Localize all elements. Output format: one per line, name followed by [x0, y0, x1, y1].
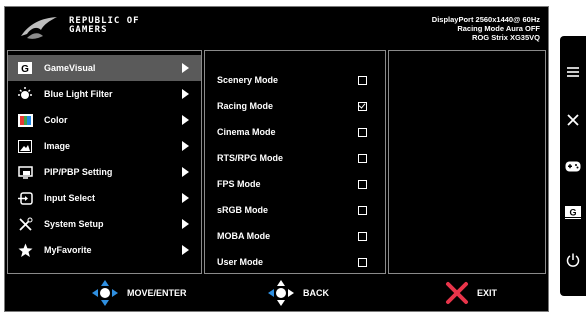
- power-icon: [566, 253, 580, 267]
- option-moba-mode[interactable]: MOBA Mode: [205, 223, 385, 249]
- pip-icon: [16, 164, 34, 180]
- option-label: Cinema Mode: [217, 127, 276, 137]
- option-racing-mode[interactable]: Racing Mode: [205, 93, 385, 119]
- osd-footer: MOVE/ENTER BACK EXIT: [5, 275, 548, 311]
- blue-light-icon: [16, 86, 34, 102]
- menu-item-label: Input Select: [44, 193, 96, 203]
- option-label: MOBA Mode: [217, 231, 271, 241]
- option-checkbox[interactable]: [358, 205, 367, 215]
- color-icon: [16, 112, 34, 128]
- menu-item-color[interactable]: Color: [8, 107, 201, 133]
- option-checkbox[interactable]: [358, 75, 367, 85]
- status-info: DisplayPort 2560x1440@ 60Hz Racing Mode …: [432, 15, 540, 42]
- menu-item-myfavorite[interactable]: MyFavorite: [8, 237, 201, 263]
- option-rts-rpg-mode[interactable]: RTS/RPG Mode: [205, 145, 385, 171]
- menu-item-gamevisual[interactable]: G GameVisual: [8, 55, 201, 81]
- menu-item-label: GameVisual: [44, 63, 96, 73]
- option-label: User Mode: [217, 257, 264, 267]
- menu-item-label: Color: [44, 115, 68, 125]
- menu-item-label: PIP/PBP Setting: [44, 167, 113, 177]
- submenu-panel: Scenery Mode Racing Mode Cinema Mode RTS…: [204, 50, 386, 274]
- osd-header: REPUBLIC OF GAMERS DisplayPort 2560x1440…: [5, 7, 548, 49]
- arrow-right-icon: [182, 193, 189, 203]
- exit-label: EXIT: [477, 288, 498, 298]
- hotkey-close[interactable]: [560, 100, 586, 140]
- hotkey-power[interactable]: [560, 240, 586, 280]
- menu-item-label: Image: [44, 141, 71, 151]
- arrow-right-icon: [182, 167, 189, 177]
- option-label: RTS/RPG Mode: [217, 153, 284, 163]
- option-srgb-mode[interactable]: sRGB Mode: [205, 197, 385, 223]
- arrow-right-icon: [182, 63, 189, 73]
- hotkey-menu[interactable]: [560, 52, 586, 92]
- back-label: BACK: [303, 288, 329, 298]
- hotkey-sidebar: G: [560, 36, 586, 296]
- arrow-right-icon: [182, 245, 189, 255]
- back-hint[interactable]: BACK: [267, 275, 329, 311]
- joystick-back-icon: [268, 280, 294, 306]
- menu-item-pip-pbp[interactable]: PIP/PBP Setting: [8, 159, 201, 185]
- rog-logo-icon: [21, 17, 57, 39]
- menu-item-image[interactable]: Image: [8, 133, 201, 159]
- hotkey-gameplus[interactable]: [560, 146, 586, 186]
- exit-hint[interactable]: EXIT: [445, 275, 497, 311]
- option-checkbox[interactable]: [358, 231, 367, 241]
- input-select-icon: [16, 190, 34, 206]
- arrow-right-icon: [182, 219, 189, 229]
- close-icon: [567, 114, 579, 126]
- option-label: sRGB Mode: [217, 205, 269, 215]
- gamevisual-small-icon: G: [565, 205, 581, 219]
- option-cinema-mode[interactable]: Cinema Mode: [205, 119, 385, 145]
- main-menu-panel: G GameVisual Blue Light Filter Color Ima…: [7, 50, 202, 274]
- menu-item-input-select[interactable]: Input Select: [8, 185, 201, 211]
- option-label: Scenery Mode: [217, 75, 279, 85]
- hotkey-gamevisual-letter: G: [569, 207, 576, 217]
- gamevisual-icon: G: [16, 60, 34, 76]
- exit-x-icon: [446, 282, 468, 304]
- star-icon: [16, 242, 34, 258]
- option-checkbox[interactable]: [358, 257, 367, 267]
- status-mode: Racing Mode Aura OFF: [457, 24, 540, 33]
- system-setup-icon: [16, 216, 34, 232]
- arrow-right-icon: [182, 115, 189, 125]
- gamevisual-icon-letter: G: [21, 64, 29, 74]
- hotkey-gamevisual[interactable]: G: [560, 192, 586, 232]
- menu-item-system-setup[interactable]: System Setup: [8, 211, 201, 237]
- menu-icon: [567, 67, 579, 77]
- status-input: DisplayPort 2560x1440@ 60Hz: [431, 15, 540, 24]
- arrow-right-icon: [182, 141, 189, 151]
- menu-item-label: System Setup: [44, 219, 104, 229]
- option-scenery-mode[interactable]: Scenery Mode: [205, 67, 385, 93]
- move-enter-hint[interactable]: MOVE/ENTER: [91, 275, 187, 311]
- option-checkbox[interactable]: [358, 179, 367, 189]
- menu-item-label: Blue Light Filter: [44, 89, 113, 99]
- option-checkbox[interactable]: [358, 127, 367, 137]
- option-fps-mode[interactable]: FPS Mode: [205, 171, 385, 197]
- osd-menu: REPUBLIC OF GAMERS DisplayPort 2560x1440…: [4, 6, 549, 312]
- option-label: Racing Mode: [217, 101, 274, 111]
- brand-text: REPUBLIC OF GAMERS: [69, 17, 140, 35]
- option-checkbox-checked[interactable]: [358, 101, 367, 111]
- arrow-right-icon: [182, 89, 189, 99]
- brand-line-2: GAMERS: [69, 25, 108, 35]
- option-user-mode[interactable]: User Mode: [205, 249, 385, 275]
- detail-panel: [388, 50, 546, 274]
- gamepad-icon: [565, 161, 581, 171]
- status-model: ROG Strix XG35VQ: [472, 33, 540, 42]
- option-label: FPS Mode: [217, 179, 261, 189]
- image-icon: [16, 138, 34, 154]
- menu-item-blue-light-filter[interactable]: Blue Light Filter: [8, 81, 201, 107]
- menu-item-label: MyFavorite: [44, 245, 92, 255]
- option-checkbox[interactable]: [358, 153, 367, 163]
- move-enter-label: MOVE/ENTER: [127, 288, 187, 298]
- joystick-move-icon: [92, 280, 118, 306]
